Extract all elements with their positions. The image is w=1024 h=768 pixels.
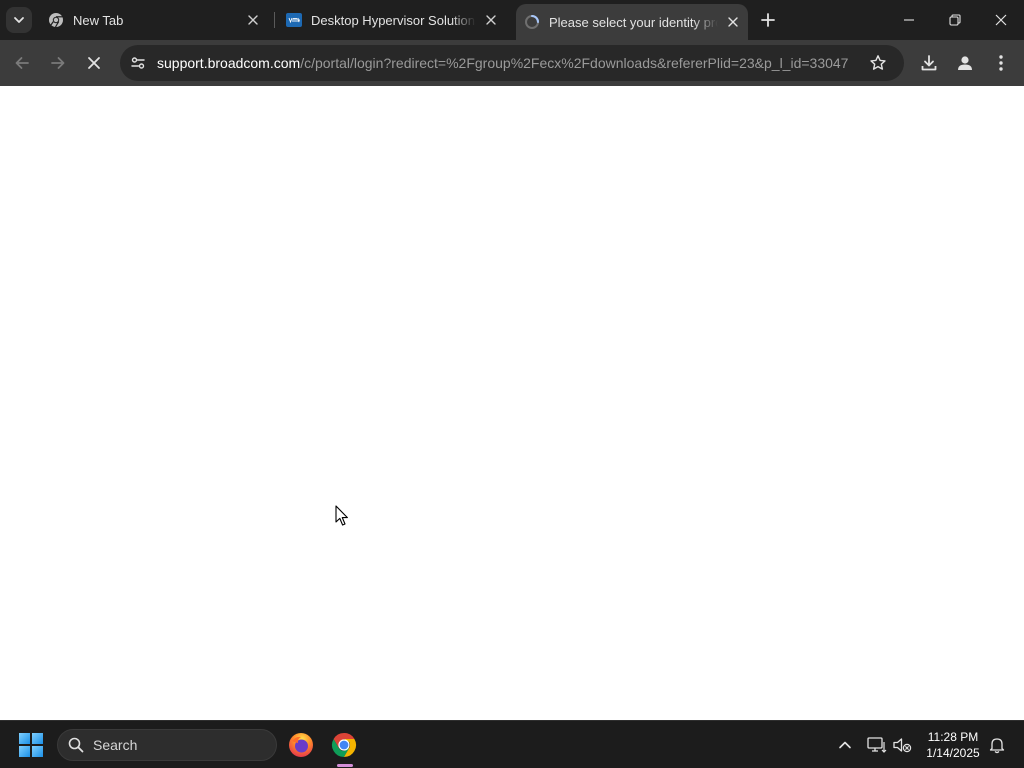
arrow-right-icon (51, 57, 65, 69)
search-icon (68, 737, 84, 753)
restore-button[interactable] (932, 0, 978, 40)
minimize-icon (904, 19, 914, 21)
close-icon (248, 15, 258, 25)
url-host: support.broadcom.com (157, 55, 301, 71)
windows-logo-icon (19, 733, 43, 757)
person-icon (958, 56, 972, 70)
chevron-up-icon (839, 741, 851, 749)
page-content (0, 86, 1024, 720)
tune-icon (131, 57, 145, 69)
firefox-icon (289, 733, 313, 757)
bell-icon (989, 738, 1005, 754)
chrome-icon (331, 733, 357, 757)
restore-icon (949, 14, 961, 26)
close-tab-button[interactable] (244, 11, 262, 29)
plus-icon (761, 13, 775, 27)
clock-date: 1/14/2025 (926, 746, 980, 760)
network-status-button[interactable] (865, 733, 889, 757)
tab-title: Please select your identity prov (549, 14, 718, 30)
forward-button[interactable] (43, 48, 73, 78)
bookmark-button[interactable] (866, 51, 890, 75)
taskbar-search-box[interactable]: Search (57, 729, 277, 761)
system-clock[interactable]: 11:28 PM 1/14/2025 (918, 729, 988, 761)
close-icon (486, 15, 496, 25)
url-text[interactable]: support.broadcom.com/c/portal/login?redi… (157, 45, 857, 81)
clock-time: 11:28 PM (927, 730, 979, 744)
close-window-button[interactable] (978, 0, 1024, 40)
star-icon (870, 55, 886, 70)
profile-button[interactable] (950, 48, 980, 78)
chevron-down-icon (14, 17, 24, 23)
show-hidden-icons-button[interactable] (833, 733, 857, 757)
download-icon (921, 55, 937, 71)
stop-loading-button[interactable] (79, 48, 109, 78)
tab-desktop-hypervisor[interactable]: Desktop Hypervisor Solutions | (284, 0, 506, 40)
close-icon (995, 14, 1007, 26)
close-tab-button[interactable] (724, 13, 742, 31)
tab-title: New Tab (73, 12, 124, 28)
browser-menu-button[interactable] (986, 48, 1016, 78)
tab-search-button[interactable] (6, 7, 32, 33)
taskbar-app-chrome[interactable] (327, 728, 361, 762)
url-path: /c/portal/login?redirect=%2Fgroup%2Fecx%… (300, 55, 849, 71)
speaker-muted-icon (893, 738, 912, 753)
arrow-left-icon (15, 57, 29, 69)
new-tab-button[interactable] (756, 8, 780, 32)
tab-strip: New Tab Desktop Hypervisor Solutions | P… (0, 0, 1024, 40)
close-icon (88, 57, 100, 69)
site-info-button[interactable] (126, 51, 150, 75)
tab-title: Desktop Hypervisor Solutions | (311, 12, 476, 28)
notifications-button[interactable] (985, 733, 1009, 757)
more-vertical-icon (999, 55, 1003, 71)
windows-taskbar: Search 11:28 PM 1/14/2025 (0, 720, 1024, 768)
network-monitor-icon (867, 737, 887, 753)
address-bar[interactable]: support.broadcom.com/c/portal/login?redi… (120, 45, 904, 81)
search-label: Search (93, 737, 138, 753)
chrome-icon (48, 12, 64, 28)
downloads-button[interactable] (914, 48, 944, 78)
back-button[interactable] (7, 48, 37, 78)
taskbar-app-firefox[interactable] (284, 728, 318, 762)
tab-separator (274, 12, 275, 28)
close-icon (728, 17, 738, 27)
vmware-icon (286, 12, 302, 28)
minimize-button[interactable] (886, 0, 932, 40)
tab-new-tab[interactable]: New Tab (46, 0, 268, 40)
tab-identity-provider[interactable]: Please select your identity prov (516, 4, 748, 40)
browser-toolbar: support.broadcom.com/c/portal/login?redi… (0, 40, 1024, 86)
close-tab-button[interactable] (482, 11, 500, 29)
loading-icon (524, 14, 540, 30)
mouse-cursor-icon (335, 505, 348, 526)
start-button[interactable] (14, 729, 48, 761)
active-app-indicator (337, 764, 353, 767)
volume-button[interactable] (890, 733, 914, 757)
